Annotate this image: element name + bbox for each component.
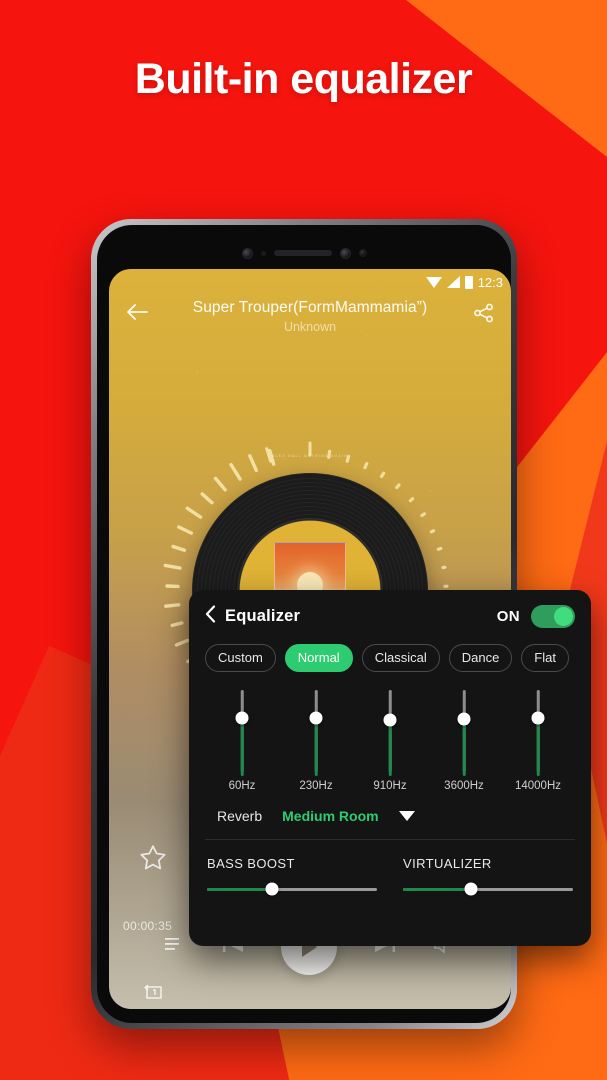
- effect-slider[interactable]: [207, 882, 377, 896]
- status-bar-clock: 12:3: [477, 274, 503, 290]
- band-frequency-label: 910Hz: [373, 780, 407, 792]
- band-slider-fill: [388, 720, 392, 776]
- effect-label: BASS BOOST: [207, 856, 295, 871]
- equalizer-header: Equalizer ON: [205, 590, 575, 642]
- equalizer-title: Equalizer: [225, 606, 301, 625]
- status-bar: 12:3: [425, 271, 503, 293]
- effect-control: BASS BOOST: [207, 856, 377, 896]
- effects-row: BASS BOOST VIRTUALIZER: [205, 840, 575, 896]
- band-slider[interactable]: [279, 690, 353, 776]
- iris-sensor-icon: [358, 249, 367, 257]
- equalizer-band-labels: 60Hz 230Hz 910Hz 3600Hz 14000Hz: [205, 780, 575, 792]
- share-icon[interactable]: [465, 297, 495, 328]
- caret-down-icon[interactable]: [398, 811, 415, 821]
- band-slider[interactable]: [353, 690, 427, 776]
- preset-chip[interactable]: Flat: [521, 644, 569, 672]
- reverb-value[interactable]: Medium Room: [282, 808, 378, 824]
- star-icon[interactable]: [139, 844, 167, 876]
- equalizer-panel: Equalizer ON Custom Normal Classical Dance F…: [189, 590, 591, 946]
- band-slider[interactable]: [205, 690, 279, 776]
- chevron-left-icon[interactable]: [205, 604, 225, 628]
- band-slider-thumb[interactable]: [235, 711, 249, 725]
- equalizer-power-toggle[interactable]: [531, 604, 575, 628]
- phone-sensor-cluster: [97, 238, 511, 268]
- band-frequency-label: 3600Hz: [444, 780, 484, 792]
- front-camera-icon: [241, 247, 253, 259]
- preset-chip[interactable]: Normal: [284, 644, 353, 672]
- band-slider-fill: [462, 720, 466, 776]
- promo-headline: Built-in equalizer: [134, 55, 473, 103]
- preset-chip[interactable]: Classical: [361, 644, 440, 672]
- equalizer-power-group: ON: [496, 604, 575, 628]
- band-frequency-label: 14000Hz: [514, 780, 562, 792]
- effect-slider-fill: [207, 888, 272, 891]
- equalizer-power-label: ON: [496, 607, 520, 625]
- band-slider-thumb[interactable]: [531, 711, 545, 725]
- band-slider-fill: [240, 719, 244, 776]
- effect-slider-fill: [403, 888, 471, 891]
- wifi-triangle-icon: [425, 276, 442, 288]
- band-slider-thumb[interactable]: [457, 712, 471, 726]
- player-top-bar: Super Trouper(FormMammamia”) Unknown: [109, 297, 511, 334]
- battery-icon: [464, 275, 473, 289]
- proximity-sensor-icon: [260, 250, 266, 256]
- track-metadata: Super Trouper(FormMammamia”) Unknown: [163, 297, 457, 334]
- band-slider-thumb[interactable]: [309, 711, 323, 725]
- band-slider[interactable]: [501, 690, 575, 776]
- effect-slider-thumb[interactable]: [265, 882, 279, 896]
- earpiece-speaker: [273, 250, 332, 256]
- effect-slider[interactable]: [403, 882, 573, 896]
- reverb-row: Reverb Medium Room: [205, 808, 575, 824]
- preset-chip[interactable]: Custom: [205, 644, 276, 672]
- reverb-label: Reverb: [217, 808, 263, 824]
- band-frequency-label: 230Hz: [299, 780, 333, 792]
- track-artist: Unknown: [283, 320, 337, 334]
- album-art-caption: ALEX HALL NOTHING AGAIN: [271, 454, 349, 458]
- band-slider-fill: [536, 719, 540, 776]
- preset-chip[interactable]: Dance: [448, 644, 513, 672]
- band-slider-thumb[interactable]: [383, 713, 397, 727]
- preset-chip-row: Custom Normal Classical Dance Flat: [205, 642, 575, 672]
- front-camera-secondary-icon: [339, 247, 351, 259]
- band-frequency-label: 60Hz: [228, 780, 256, 792]
- effect-control: VIRTUALIZER: [403, 856, 573, 896]
- band-slider[interactable]: [427, 690, 501, 776]
- playlist-icon[interactable]: [165, 937, 185, 958]
- band-slider-fill: [314, 719, 318, 776]
- back-arrow-icon[interactable]: [125, 297, 155, 326]
- repeat-one-icon[interactable]: [142, 981, 166, 1008]
- effect-label: VIRTUALIZER: [403, 856, 492, 871]
- track-title: Super Trouper(FormMammamia”): [192, 299, 428, 316]
- effect-slider-thumb[interactable]: [464, 882, 478, 896]
- signal-icon: [446, 276, 460, 288]
- equalizer-band-sliders: [205, 690, 575, 776]
